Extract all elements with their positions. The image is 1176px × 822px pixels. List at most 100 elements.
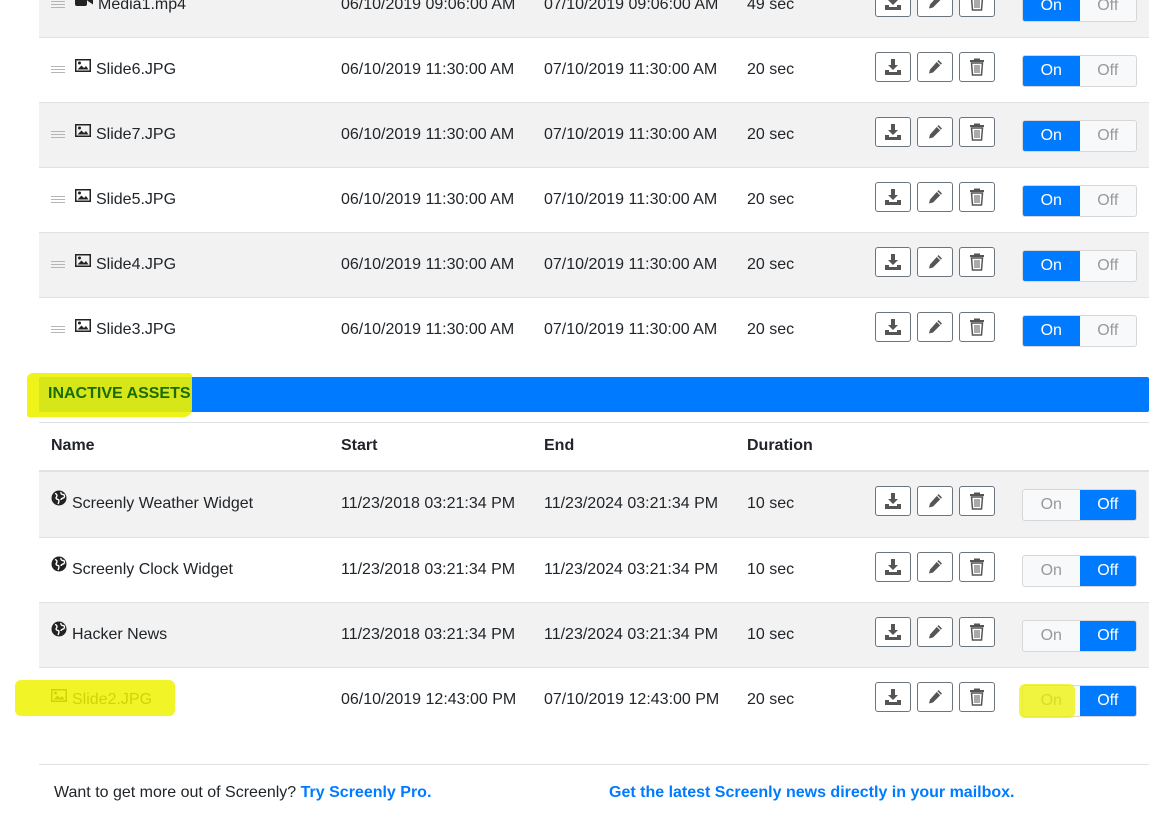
asset-name: Slide4.JPG [96,256,177,274]
toggle-on-button[interactable]: On [1023,556,1080,586]
highlight-mark [15,680,175,716]
duration: 20 sec [747,61,795,78]
delete-button[interactable] [959,0,995,17]
status-toggle: OnOff [1022,55,1137,87]
newsletter-link[interactable]: Get the latest Screenly news directly in… [609,784,1014,801]
edit-button[interactable] [917,486,953,516]
delete-button[interactable] [959,617,995,647]
toggle-off-button[interactable]: Off [1079,686,1136,716]
toggle-on-button[interactable]: On [1023,251,1080,281]
download-button[interactable] [875,0,911,17]
delete-button[interactable] [959,682,995,712]
table-row: Slide3.JPG 06/10/2019 11:30:00 AM 07/10/20… [39,297,1149,362]
inactive-assets-table: Screenly Weather Widget 11/23/2018 03:21:… [39,472,1149,732]
download-button[interactable] [875,486,911,516]
toggle-off-button[interactable]: Off [1080,56,1137,86]
edit-button[interactable] [917,312,953,342]
toggle-on-button[interactable]: On [1023,186,1080,216]
drag-handle-icon[interactable] [51,131,65,139]
download-button[interactable] [875,682,911,712]
download-button[interactable] [875,617,911,647]
active-assets-table: Media1.mp4 06/10/2019 09:06:00 AM 07/10/20… [39,0,1149,362]
column-header-name[interactable]: Name [51,423,95,469]
start-date: 06/10/2019 11:30:00 AM [341,191,515,208]
delete-button[interactable] [959,117,995,147]
column-header-end[interactable]: End [544,423,574,469]
download-button[interactable] [875,182,911,212]
edit-button[interactable] [917,617,953,647]
toggle-on-button[interactable]: On [1023,316,1080,346]
start-date: 11/23/2018 03:21:34 PM [341,495,516,512]
try-pro-link[interactable]: Try Screenly Pro. [301,784,432,801]
column-header-duration[interactable]: Duration [747,423,813,469]
footer: Want to get more out of Screenly? Try Sc… [39,764,1149,822]
drag-handle-icon[interactable] [51,261,65,269]
download-button[interactable] [875,117,911,147]
drag-handle-icon[interactable] [51,1,65,9]
duration: 10 sec [747,626,795,643]
toggle-on-button[interactable]: On [1023,56,1080,86]
toggle-off-button[interactable]: Off [1079,556,1136,586]
asset-name-cell: Hacker News [51,603,167,667]
asset-name-cell: Slide3.JPG [51,298,176,362]
toggle-off-button[interactable]: Off [1080,316,1137,346]
download-button[interactable] [875,247,911,277]
delete-button[interactable] [959,247,995,277]
delete-button[interactable] [959,552,995,582]
footer-promo: Want to get more out of Screenly? Try Sc… [54,784,431,802]
toggle-off-button[interactable]: Off [1080,121,1137,151]
status-toggle: OnOff [1022,0,1137,22]
edit-button[interactable] [917,117,953,147]
delete-button[interactable] [959,312,995,342]
status-toggle: OnOff [1022,620,1137,652]
download-button[interactable] [875,552,911,582]
edit-button[interactable] [917,0,953,17]
toggle-on-button[interactable]: On [1023,121,1080,151]
asset-name-cell: Slide6.JPG [51,38,176,102]
toggle-off-button[interactable]: Off [1080,186,1137,216]
table-row: Slide2.JPG06/10/2019 12:43:00 PM07/10/20… [39,667,1149,732]
end-date: 11/23/2024 03:21:34 PM [544,495,719,512]
duration: 20 sec [747,256,795,273]
row-actions [875,117,1001,151]
footer-newsletter: Get the latest Screenly news directly in… [609,784,1014,802]
row-actions [875,0,1001,21]
inactive-assets-body: Screenly Weather Widget 11/23/2018 03:21:… [39,472,1149,732]
duration: 10 sec [747,495,795,512]
toggle-off-button[interactable]: Off [1080,0,1137,21]
end-date: 07/10/2019 11:30:00 AM [544,61,718,78]
edit-button[interactable] [917,52,953,82]
footer-prompt: Want to get more out of Screenly? [54,784,297,801]
drag-handle-icon[interactable] [51,326,65,334]
delete-button[interactable] [959,52,995,82]
edit-button[interactable] [917,552,953,582]
edit-button[interactable] [917,682,953,712]
toggle-off-button[interactable]: Off [1080,251,1137,281]
row-actions [875,682,1001,716]
drag-handle-icon[interactable] [51,66,65,74]
highlight-mark [1019,684,1075,718]
download-button[interactable] [875,312,911,342]
drag-handle-icon[interactable] [51,196,65,204]
asset-name: Slide7.JPG [96,126,177,144]
toggle-off-button[interactable]: Off [1079,621,1136,651]
start-date: 06/10/2019 11:30:00 AM [341,256,515,273]
inactive-table-header: Name Start End Duration [39,422,1149,472]
delete-button[interactable] [959,486,995,516]
toggle-on-button[interactable]: On [1023,490,1080,520]
delete-button[interactable] [959,182,995,212]
asset-name: Slide6.JPG [96,61,177,79]
end-date: 11/23/2024 03:21:34 PM [544,561,719,578]
end-date: 07/10/2019 11:30:00 AM [544,321,718,338]
toggle-on-button[interactable]: On [1023,0,1080,21]
table-row: Slide7.JPG 06/10/2019 11:30:00 AM 07/10/20… [39,102,1149,167]
edit-button[interactable] [917,247,953,277]
table-row: Media1.mp4 06/10/2019 09:06:00 AM 07/10/20… [39,0,1149,37]
toggle-off-button[interactable]: Off [1079,490,1136,520]
column-header-start[interactable]: Start [341,423,377,469]
status-toggle: OnOff [1022,250,1137,282]
start-date: 06/10/2019 11:30:00 AM [341,126,515,143]
toggle-on-button[interactable]: On [1023,621,1080,651]
edit-button[interactable] [917,182,953,212]
download-button[interactable] [875,52,911,82]
